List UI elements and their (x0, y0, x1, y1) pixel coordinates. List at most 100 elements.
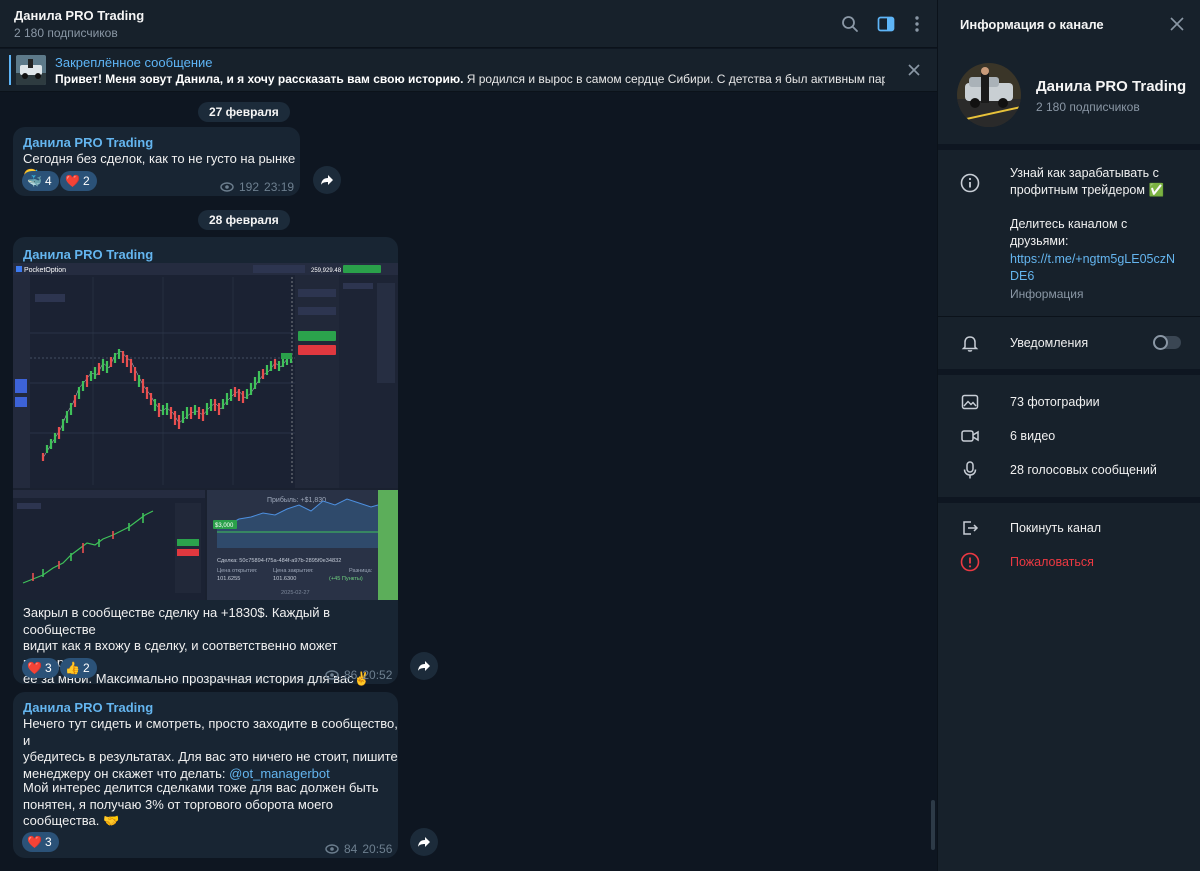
close-pinned-icon[interactable] (906, 62, 922, 78)
channel-avatar[interactable] (957, 63, 1021, 127)
panel-title: Информация о канале (960, 17, 1104, 32)
channel-description: Узнай как зарабатывать с профитным трейд… (1010, 166, 1165, 248)
chat-subscribers: 2 180 подписчиков (14, 26, 118, 40)
sidebar-toggle-icon[interactable] (876, 14, 896, 34)
reaction-whale[interactable]: 🐳 4 (22, 171, 59, 191)
reaction-emoji: ❤️ (27, 661, 42, 675)
message-bubble[interactable]: Данила PRO Trading Сегодня без сделок, к… (13, 127, 300, 196)
channel-info-panel: Информация о канале Данила PRO Trading 2… (937, 0, 1200, 871)
reaction-count: 3 (44, 835, 52, 849)
report-icon (960, 552, 980, 572)
reaction-heart[interactable]: ❤️ 3 (22, 832, 59, 852)
share-button[interactable] (410, 652, 438, 680)
message-time: 20:52 (362, 668, 393, 682)
notifications-toggle[interactable] (1153, 335, 1181, 350)
microphone-icon (963, 461, 977, 479)
reaction-heart[interactable]: ❤️ 2 (60, 171, 97, 191)
info-icon (960, 173, 980, 193)
message-meta: 192 23:19 (220, 180, 294, 194)
leave-icon (963, 521, 979, 535)
difference-label: Разница: (349, 568, 373, 574)
message-text-paragraph: Мой интерес делится сделками тоже для ва… (23, 780, 379, 828)
pinned-thumbnail-image (16, 55, 46, 85)
message-meta: 86 20:52 (325, 668, 392, 682)
pinned-text-rest: Я родился и вырос в самом сердце Сибири.… (463, 72, 885, 86)
pinned-title: Закреплённое сообщение (55, 55, 213, 70)
open-price-label: Цена открытия: (217, 568, 258, 574)
deal-id: Сделка: 50c75894-f75a-484f-a97b-2895f0e3… (217, 558, 341, 564)
chat-title[interactable]: Данила PRO Trading (14, 8, 144, 23)
account-balance: 259,929.48 (311, 268, 342, 274)
chat-area: Данила PRO Trading 2 180 подписчиков Зак… (0, 0, 937, 871)
video-icon (961, 430, 979, 442)
date-separator: 28 февраля (198, 210, 290, 230)
views-icon (325, 844, 339, 854)
deal-marker: $3,000 (215, 523, 234, 529)
leave-channel-button[interactable]: Покинуть канал (938, 514, 1200, 544)
reaction-heart[interactable]: ❤️ 3 (22, 658, 59, 678)
media-voice[interactable]: 28 голосовых сообщений (938, 456, 1200, 486)
leave-label: Покинуть канал (1010, 521, 1102, 535)
pinned-thumbnail (16, 55, 46, 85)
videos-count: 6 видео (1010, 429, 1056, 443)
toggle-knob (1153, 335, 1168, 350)
trading-screenshot[interactable]: PocketOption 259,929.48 Прибыль: +$1,830… (13, 263, 398, 600)
pinned-text-bold: Привет! Меня зовут Данила, и я хочу расс… (55, 72, 464, 86)
more-icon[interactable] (907, 14, 927, 34)
message-text: Нечего тут сидеть и смотреть, просто зах… (23, 716, 398, 782)
reaction-count: 3 (44, 661, 52, 675)
share-button[interactable] (410, 828, 438, 856)
message-author[interactable]: Данила PRO Trading (23, 247, 153, 262)
search-icon[interactable] (840, 14, 860, 34)
invite-link[interactable]: https://t.me/+ngtm5gLE05czN DE6 (1010, 251, 1175, 285)
message-author[interactable]: Данила PRO Trading (23, 135, 153, 150)
close-panel-icon[interactable] (1170, 17, 1184, 31)
pinned-text: Привет! Меня зовут Данила, и я хочу расс… (55, 72, 885, 86)
divider (938, 369, 1200, 375)
close-price-label: Цена закрытия: (273, 568, 314, 574)
share-icon (321, 175, 333, 185)
date-separator: 27 февраля (198, 102, 290, 122)
chat-scrollbar[interactable] (931, 800, 935, 850)
telegram-app: Данила PRO Trading 2 180 подписчиков Зак… (0, 0, 1200, 871)
channel-avatar-image (957, 63, 1021, 127)
channel-name: Данила PRO Trading (1036, 78, 1187, 95)
reaction-thumbs-up[interactable]: 👍 2 (60, 658, 97, 678)
media-videos[interactable]: 6 видео (938, 422, 1200, 452)
report-button[interactable]: Пожаловаться (938, 548, 1200, 578)
reaction-count: 4 (44, 174, 52, 188)
pinned-indicator (9, 55, 11, 85)
views-icon (325, 670, 339, 680)
info-label: Информация (1010, 287, 1084, 301)
reaction-count: 2 (82, 174, 90, 188)
message-bubble[interactable]: Данила PRO Trading PocketOption 259,929.… (13, 237, 398, 686)
bell-icon (961, 336, 979, 352)
message-time: 20:56 (362, 842, 393, 856)
view-count: 192 (239, 180, 260, 194)
deal-profit: Прибыль: +$1,830 (267, 496, 326, 504)
reaction-emoji: ❤️ (27, 835, 42, 849)
views-icon (220, 182, 234, 192)
pinned-message-bar[interactable]: Закреплённое сообщение Привет! Меня зову… (0, 49, 937, 92)
share-button[interactable] (313, 166, 341, 194)
deal-date: 2025-02-27 (281, 590, 310, 596)
mention-link[interactable]: @ot_managerbot (229, 766, 330, 781)
channel-subscribers: 2 180 подписчиков (1036, 100, 1140, 114)
voice-count: 28 голосовых сообщений (1010, 463, 1157, 477)
reaction-emoji: 🐳 (27, 174, 42, 188)
message-time: 23:19 (264, 180, 295, 194)
open-price-value: 101.6255 (217, 576, 240, 582)
view-count: 86 (344, 668, 358, 682)
message-bubble[interactable]: Данила PRO Trading Нечего тут сидеть и с… (13, 692, 398, 858)
message-author[interactable]: Данила PRO Trading (23, 700, 153, 715)
close-price-value: 101.6300 (273, 576, 296, 582)
reaction-count: 2 (82, 661, 90, 675)
media-photos[interactable]: 73 фотографии (938, 388, 1200, 418)
share-icon (418, 661, 430, 671)
message-text-part: Нечего тут сидеть и смотреть, просто зах… (23, 716, 398, 781)
divider (938, 316, 1200, 317)
chat-header[interactable]: Данила PRO Trading 2 180 подписчиков (0, 0, 937, 48)
reaction-emoji: 👍 (65, 661, 80, 675)
difference-value: (+45 Пункты) (329, 576, 363, 582)
report-label: Пожаловаться (1010, 555, 1094, 569)
